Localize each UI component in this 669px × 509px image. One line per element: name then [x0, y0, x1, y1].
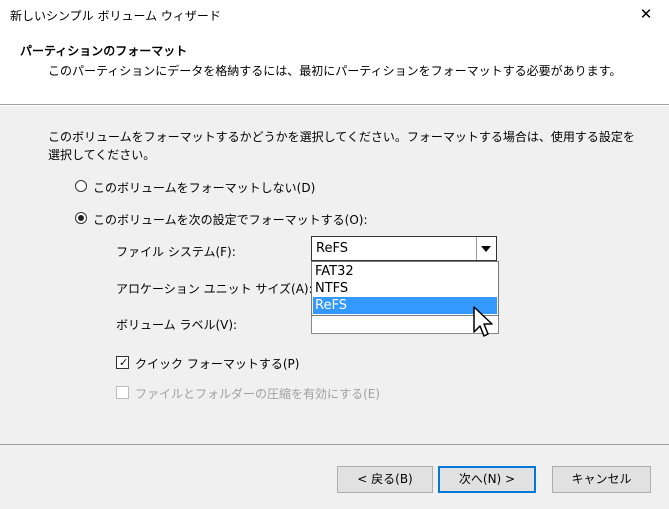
- compression-checkbox: [116, 386, 129, 399]
- back-button[interactable]: < 戻る(B): [337, 466, 433, 493]
- radio-format-label[interactable]: このボリュームを次の設定でフォーマットする(O):: [93, 211, 368, 228]
- footer-divider: [0, 444, 669, 445]
- quick-format-checkbox[interactable]: ✓: [116, 356, 129, 369]
- header-divider-highlight: [0, 105, 669, 106]
- quick-format-label[interactable]: クイック フォーマットする(P): [135, 355, 299, 372]
- allocation-unit-label: アロケーション ユニット サイズ(A):: [116, 282, 313, 296]
- window-title: 新しいシンプル ボリューム ウィザード: [10, 9, 221, 23]
- file-system-value[interactable]: ReFS: [316, 241, 348, 256]
- format-description: このボリュームをフォーマットするかどうかを選択してください。フォーマットする場合…: [48, 130, 635, 162]
- page-title: パーティションのフォーマット: [20, 44, 188, 58]
- chevron-down-icon: [481, 246, 491, 252]
- check-icon: ✓: [119, 356, 129, 369]
- page-subtitle: このパーティションにデータを格納するには、最初にパーティションをフォーマットする…: [48, 64, 622, 78]
- mouse-pointer-icon: [473, 306, 493, 337]
- volume-label-label: ボリューム ラベル(V):: [116, 318, 238, 332]
- next-button[interactable]: 次へ(N) >: [438, 466, 536, 493]
- radio-format[interactable]: [75, 212, 87, 224]
- compression-label: ファイルとフォルダーの圧縮を有効にする(E): [135, 387, 381, 401]
- file-system-label: ファイル システム(F):: [116, 245, 236, 259]
- radio-no-format-label[interactable]: このボリュームをフォーマットしない(D): [93, 179, 315, 196]
- cancel-button[interactable]: キャンセル: [552, 466, 651, 493]
- dropdown-option-ntfs[interactable]: NTFS: [313, 280, 497, 297]
- dropdown-option-refs[interactable]: ReFS: [313, 297, 497, 314]
- radio-no-format[interactable]: [75, 180, 87, 192]
- dropdown-option-fat32[interactable]: FAT32: [313, 263, 497, 280]
- close-icon[interactable]: ✕: [634, 3, 658, 25]
